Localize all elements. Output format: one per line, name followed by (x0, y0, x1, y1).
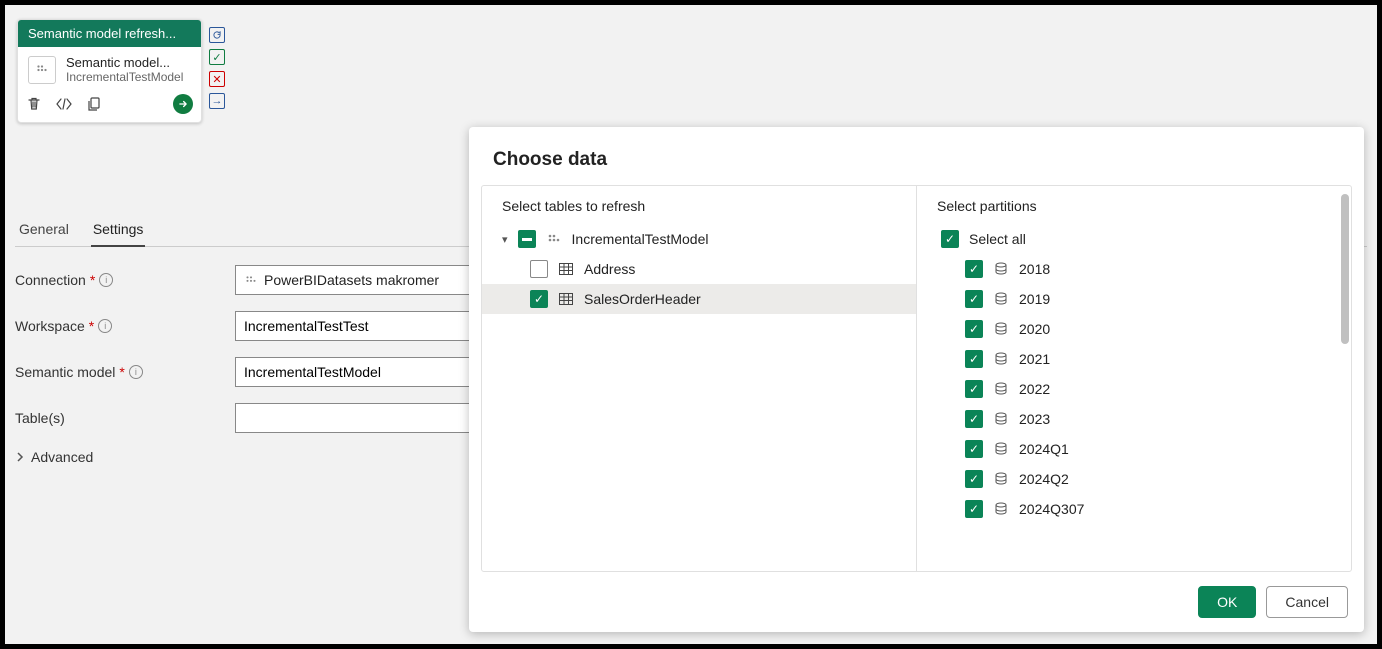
status-fail-icon: ✕ (209, 71, 225, 87)
model-subtitle: IncrementalTestModel (66, 70, 186, 84)
semantic-model-icon (244, 273, 258, 287)
partition-row[interactable]: ✓ 2021 (917, 344, 1351, 374)
checkbox[interactable]: ✓ (965, 410, 983, 428)
table-row[interactable]: ✓ SalesOrderHeader (482, 284, 916, 314)
checkbox[interactable]: ✓ (965, 440, 983, 458)
partition-name: 2024Q2 (1019, 471, 1069, 487)
status-skip-icon: → (209, 93, 225, 109)
table-icon (558, 261, 574, 277)
partition-name: 2023 (1019, 411, 1050, 427)
dialog-footer: OK Cancel (469, 572, 1364, 632)
partition-row[interactable]: ✓ 2018 (917, 254, 1351, 284)
partition-row[interactable]: ✓ 2023 (917, 404, 1351, 434)
partition-name: 2018 (1019, 261, 1050, 277)
checkbox[interactable]: ✓ (965, 290, 983, 308)
connection-label: Connection * i (15, 272, 235, 288)
select-all-row[interactable]: ✓ Select all (917, 224, 1351, 254)
activity-toolbar (18, 88, 201, 122)
table-icon (558, 291, 574, 307)
partition-row[interactable]: ✓ 2019 (917, 284, 1351, 314)
checkbox-indeterminate[interactable] (518, 230, 536, 248)
chevron-right-icon (15, 452, 25, 462)
code-icon[interactable] (56, 96, 72, 112)
checkbox[interactable]: ✓ (965, 260, 983, 278)
table-row[interactable]: Address (482, 254, 916, 284)
partition-name: 2024Q307 (1019, 501, 1084, 517)
partition-row[interactable]: ✓ 2020 (917, 314, 1351, 344)
partition-icon (993, 411, 1009, 427)
tables-label: Table(s) (15, 410, 235, 426)
activity-title: Semantic model refresh... (18, 20, 201, 47)
workspace-label: Workspace * i (15, 318, 235, 334)
checkbox[interactable]: ✓ (965, 470, 983, 488)
semantic-model-label: Semantic model * i (15, 364, 235, 380)
tab-general[interactable]: General (17, 215, 71, 246)
activity-card[interactable]: Semantic model refresh... Semantic model… (17, 19, 202, 123)
table-name: Address (584, 261, 635, 277)
dialog-title: Choose data (469, 127, 1364, 185)
checkbox[interactable]: ✓ (965, 380, 983, 398)
partition-name: 2019 (1019, 291, 1050, 307)
info-icon[interactable]: i (98, 319, 112, 333)
tables-pane: Select tables to refresh ▾ IncrementalTe… (482, 186, 917, 571)
tables-header: Select tables to refresh (482, 198, 916, 224)
status-column: ✓ ✕ → (209, 27, 225, 109)
partition-name: 2020 (1019, 321, 1050, 337)
chevron-down-icon[interactable]: ▾ (502, 233, 508, 246)
partition-name: 2024Q1 (1019, 441, 1069, 457)
ok-button[interactable]: OK (1198, 586, 1256, 618)
partition-row[interactable]: ✓ 2024Q2 (917, 464, 1351, 494)
partition-name: 2021 (1019, 351, 1050, 367)
partitions-pane: Select partitions ✓ Select all ✓ 2018 ✓ 201… (917, 186, 1351, 571)
tree-root[interactable]: ▾ IncrementalTestModel (482, 224, 916, 254)
partition-icon (993, 351, 1009, 367)
checkbox[interactable]: ✓ (530, 290, 548, 308)
partition-icon (993, 321, 1009, 337)
scrollbar-thumb[interactable] (1341, 194, 1349, 344)
partition-icon (993, 381, 1009, 397)
partition-icon (993, 471, 1009, 487)
checkbox[interactable] (530, 260, 548, 278)
copy-icon[interactable] (86, 96, 102, 112)
partition-row[interactable]: ✓ 2022 (917, 374, 1351, 404)
table-name: SalesOrderHeader (584, 291, 701, 307)
partition-icon (993, 501, 1009, 517)
tab-settings[interactable]: Settings (91, 215, 146, 247)
model-title: Semantic model... (66, 55, 186, 70)
choose-data-dialog: Choose data Select tables to refresh ▾ I… (469, 127, 1364, 632)
partition-icon (993, 291, 1009, 307)
partition-name: 2022 (1019, 381, 1050, 397)
info-icon[interactable]: i (129, 365, 143, 379)
checkbox[interactable]: ✓ (965, 500, 983, 518)
partition-icon (993, 261, 1009, 277)
app-canvas: Semantic model refresh... Semantic model… (5, 5, 1377, 644)
checkbox[interactable]: ✓ (941, 230, 959, 248)
partition-row[interactable]: ✓ 2024Q1 (917, 434, 1351, 464)
status-refresh-icon (209, 27, 225, 43)
checkbox[interactable]: ✓ (965, 350, 983, 368)
partition-icon (993, 441, 1009, 457)
partitions-header: Select partitions (917, 198, 1351, 224)
activity-body: Semantic model... IncrementalTestModel (18, 47, 201, 88)
go-button[interactable] (173, 94, 193, 114)
semantic-model-icon (546, 231, 562, 247)
cancel-button[interactable]: Cancel (1266, 586, 1348, 618)
info-icon[interactable]: i (99, 273, 113, 287)
delete-icon[interactable] (26, 96, 42, 112)
status-success-icon: ✓ (209, 49, 225, 65)
partition-row[interactable]: ✓ 2024Q307 (917, 494, 1351, 524)
semantic-model-icon (28, 56, 56, 84)
checkbox[interactable]: ✓ (965, 320, 983, 338)
